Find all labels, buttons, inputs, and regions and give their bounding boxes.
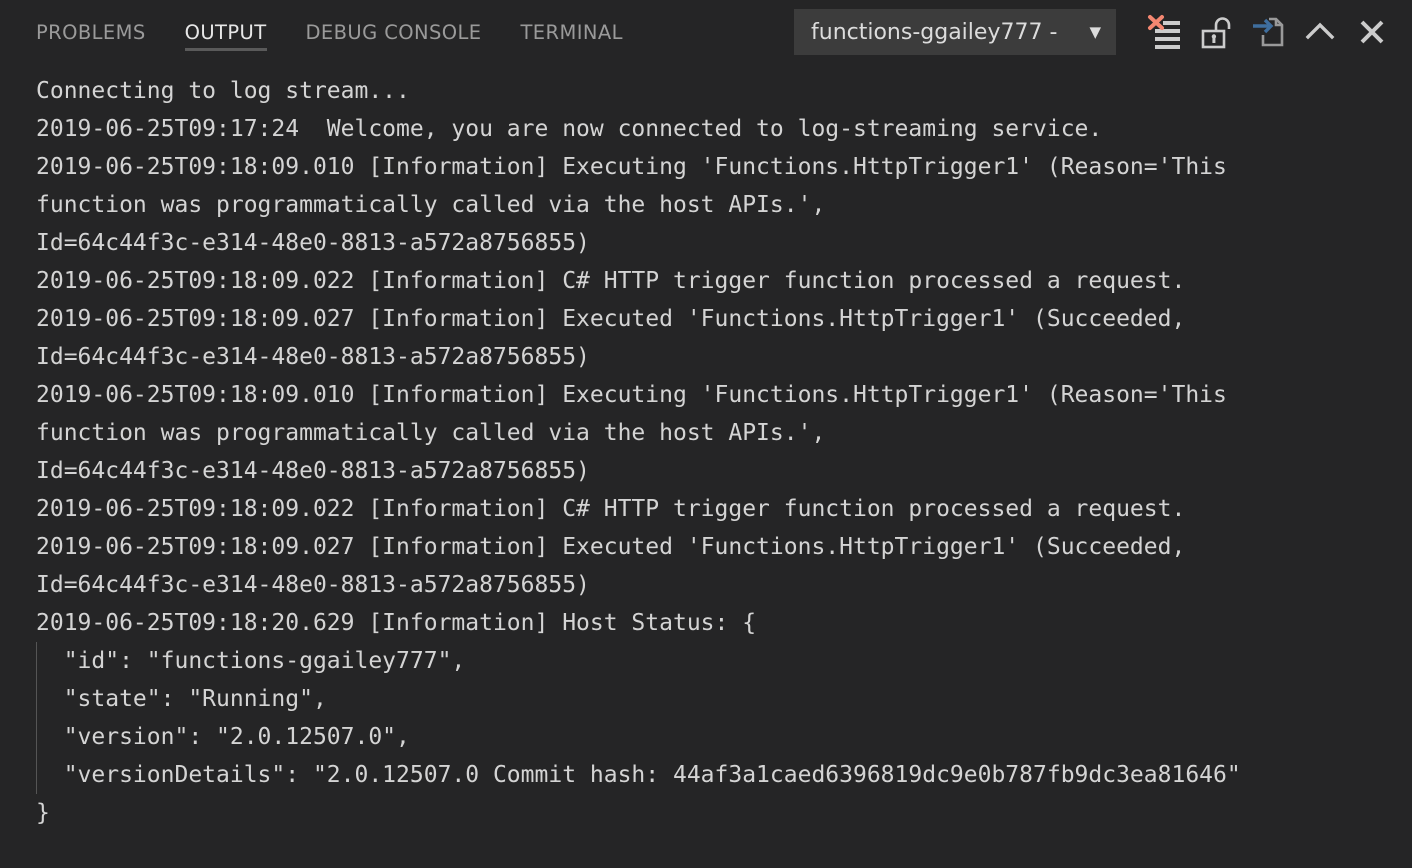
clear-output-button[interactable] [1138,6,1190,58]
tab-terminal-label: TERMINAL [520,20,623,44]
chevron-up-icon [1305,22,1335,40]
chevron-down-icon: ▼ [1089,22,1101,41]
log-line: function was programmatically called via… [36,192,826,218]
log-line: 2019-06-25T09:18:09.022 [Information] C#… [36,268,1186,294]
clear-output-icon [1148,15,1180,49]
output-channel-select[interactable]: functions-ggailey777 - ▼ [794,9,1116,55]
panel-actions-toolbar: functions-ggailey777 - ▼ [794,0,1412,64]
log-line: } [36,800,50,826]
log-line: Id=64c44f3c-e314-48e0-8813-a572a8756855) [36,344,590,370]
log-line: function was programmatically called via… [36,420,826,446]
log-line: "state": "Running", [36,686,327,712]
tab-debug-console[interactable]: DEBUG CONSOLE [306,0,482,64]
panel-tab-bar: PROBLEMS OUTPUT DEBUG CONSOLE TERMINAL [0,0,662,64]
log-line: 2019-06-25T09:18:09.010 [Information] Ex… [36,154,1227,180]
output-channel-select-value: functions-ggailey777 - [811,19,1058,45]
output-log-text: Connecting to log stream... 2019-06-25T09… [0,72,1412,832]
log-line: "versionDetails": "2.0.12507.0 Commit ha… [36,762,1241,788]
panel-header: PROBLEMS OUTPUT DEBUG CONSOLE TERMINAL f… [0,0,1412,64]
unlock-icon [1201,17,1231,49]
log-line: 2019-06-25T09:18:09.027 [Information] Ex… [36,534,1186,560]
log-line: Id=64c44f3c-e314-48e0-8813-a572a8756855) [36,458,590,484]
unlock-scroll-button[interactable] [1190,6,1242,58]
log-line: Connecting to log stream... [36,78,410,104]
log-line: 2019-06-25T09:18:20.629 [Information] Ho… [36,610,757,636]
log-line: "id": "functions-ggailey777", [36,648,466,674]
collapse-panel-button[interactable] [1294,6,1346,58]
log-line: 2019-06-25T09:17:24 Welcome, you are now… [36,116,1103,142]
log-line: 2019-06-25T09:18:09.027 [Information] Ex… [36,306,1186,332]
tab-problems-label: PROBLEMS [36,20,146,44]
tab-problems[interactable]: PROBLEMS [36,0,146,64]
output-log-area[interactable]: Connecting to log stream... 2019-06-25T09… [0,64,1412,868]
tab-debug-console-label: DEBUG CONSOLE [305,20,482,44]
tab-terminal[interactable]: TERMINAL [520,0,622,64]
log-line: 2019-06-25T09:18:09.010 [Information] Ex… [36,382,1227,408]
open-in-editor-button[interactable] [1242,6,1294,58]
close-icon [1360,20,1384,44]
log-line: "version": "2.0.12507.0", [36,724,410,750]
log-line: Id=64c44f3c-e314-48e0-8813-a572a8756855) [36,230,590,256]
log-line: 2019-06-25T09:18:09.022 [Information] C#… [36,496,1186,522]
tab-output[interactable]: OUTPUT [184,0,267,64]
close-panel-button[interactable] [1346,6,1398,58]
open-in-editor-icon [1253,17,1284,47]
tab-output-label: OUTPUT [184,20,267,44]
output-panel: PROBLEMS OUTPUT DEBUG CONSOLE TERMINAL f… [0,0,1412,868]
log-line: Id=64c44f3c-e314-48e0-8813-a572a8756855) [36,572,590,598]
